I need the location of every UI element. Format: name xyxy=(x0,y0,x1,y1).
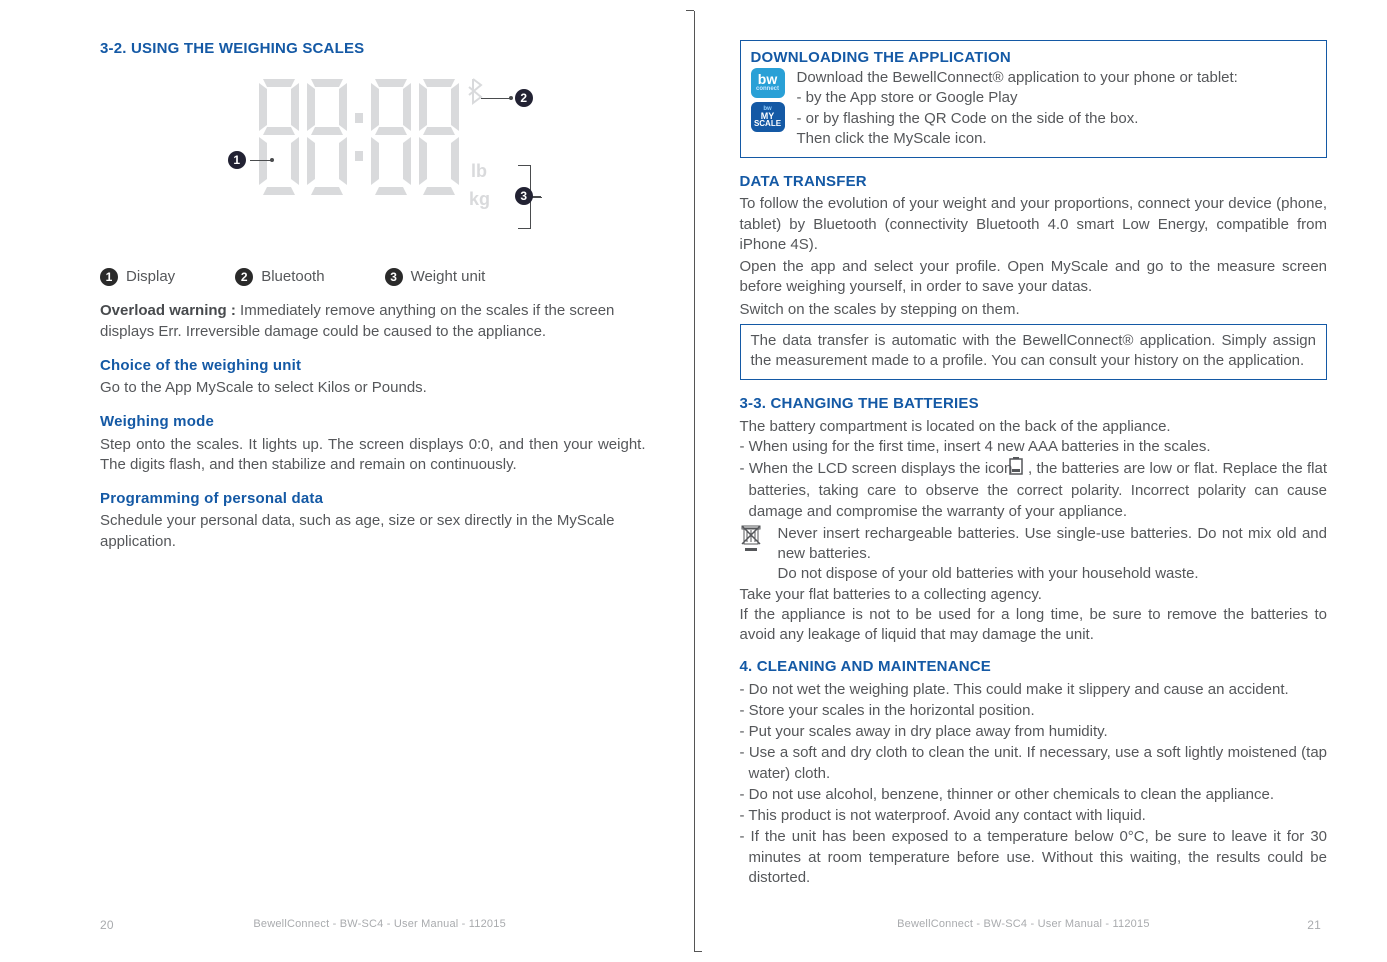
legend-1-label: Display xyxy=(126,267,175,287)
download-line-4: Then click the MyScale icon. xyxy=(797,129,1238,149)
overload-warning-label: Overload warning : xyxy=(100,302,240,319)
page-spine-divider xyxy=(694,0,695,962)
legend-3-label: Weight unit xyxy=(411,267,486,287)
callout-1-badge: 1 xyxy=(228,151,246,169)
cleaning-item-1: - Do not wet the weighing plate. This co… xyxy=(740,680,1328,700)
batteries-agency: Take your flat batteries to a collecting… xyxy=(740,585,1328,605)
batteries-bullet-2a: - When the LCD screen displays the icon xyxy=(740,460,1017,477)
weighing-mode-heading: Weighing mode xyxy=(100,412,646,432)
callout-3-badge: 3 xyxy=(515,187,533,205)
weighing-mode-text: Step onto the scales. It lights up. The … xyxy=(100,435,646,476)
data-transfer-note-box: The data transfer is automatic with the … xyxy=(740,324,1328,381)
myscale-app-icon: bw MY SCALE xyxy=(751,102,785,132)
manual-page-right: DOWNLOADING THE APPLICATION bw connect b… xyxy=(694,0,1387,962)
data-transfer-p3: Switch on the scales by stepping on them… xyxy=(740,300,1328,320)
programming-personal-data-text: Schedule your personal data, such as age… xyxy=(100,511,646,552)
changing-batteries-heading: 3-3. CHANGING THE BATTERIES xyxy=(740,394,1328,414)
cleaning-item-6: - This product is not waterproof. Avoid … xyxy=(740,806,1328,826)
legend-3-number: 3 xyxy=(385,268,403,286)
legend-2-label: Bluetooth xyxy=(261,267,324,287)
legend-item-display: 1 Display xyxy=(100,267,175,287)
cleaning-item-5: - Do not use alcohol, benzene, thinner o… xyxy=(740,785,1328,805)
choice-weighing-unit-heading: Choice of the weighing unit xyxy=(100,356,646,376)
footer-left: 20 BewellConnect - BW-SC4 - User Manual … xyxy=(100,918,646,932)
batteries-bullet-2: - When the LCD screen displays the icon … xyxy=(740,457,1328,522)
batteries-bullet-1: - When using for the first time, insert … xyxy=(740,437,1328,457)
batteries-long-time: If the appliance is not to be used for a… xyxy=(740,605,1328,646)
download-line-1: Download the BewellConnect® application … xyxy=(797,68,1238,88)
section-3-2-heading: 3-2. USING THE WEIGHING SCALES xyxy=(100,40,646,57)
crossed-bin-icon xyxy=(740,524,762,552)
choice-weighing-unit-text: Go to the App MyScale to select Kilos or… xyxy=(100,378,646,398)
cleaning-maintenance-heading: 4. CLEANING AND MAINTENANCE xyxy=(740,657,1328,677)
bewellconnect-app-icon: bw connect xyxy=(751,68,785,98)
cleaning-item-7: - If the unit has been exposed to a temp… xyxy=(740,827,1328,888)
manual-page-left: 3-2. USING THE WEIGHING SCALES xyxy=(0,0,694,962)
downloading-application-box: DOWNLOADING THE APPLICATION bw connect b… xyxy=(740,40,1328,158)
callout-2-badge: 2 xyxy=(515,89,533,107)
low-battery-icon xyxy=(1017,457,1024,481)
cleaning-item-2: - Store your scales in the horizontal po… xyxy=(740,701,1328,721)
lcd-svg: lb kg xyxy=(253,65,491,225)
bewellconnect-icon-label: bw xyxy=(756,73,779,85)
footer-right: BewellConnect - BW-SC4 - User Manual - 1… xyxy=(740,918,1322,932)
data-transfer-p1: To follow the evolution of your weight a… xyxy=(740,194,1328,255)
data-transfer-note-text: The data transfer is automatic with the … xyxy=(751,332,1317,369)
unit-kg-label: kg xyxy=(469,189,490,209)
batteries-warning-2: Do not dispose of your old batteries wit… xyxy=(778,564,1328,584)
lcd-display-figure: lb kg 1 2 3 xyxy=(223,65,523,241)
overload-warning: Overload warning : Immediately remove an… xyxy=(100,301,646,342)
page-number-left: 20 xyxy=(100,918,114,932)
data-transfer-heading: DATA TRANSFER xyxy=(740,172,1328,192)
batteries-warning-1: Never insert rechargeable batteries. Use… xyxy=(778,524,1328,565)
myscale-icon-bot: SCALE xyxy=(754,120,781,128)
cleaning-item-4: - Use a soft and dry cloth to clean the … xyxy=(740,743,1328,784)
bewellconnect-icon-sublabel: connect xyxy=(756,85,779,93)
page-number-right: 21 xyxy=(1307,918,1321,932)
legend-1-number: 1 xyxy=(100,268,118,286)
legend-item-bluetooth: 2 Bluetooth xyxy=(235,267,324,287)
cleaning-item-3: - Put your scales away in dry place away… xyxy=(740,722,1328,742)
download-line-2: - by the App store or Google Play xyxy=(797,88,1238,108)
batteries-intro: The battery compartment is located on th… xyxy=(740,417,1328,437)
downloading-application-heading: DOWNLOADING THE APPLICATION xyxy=(751,49,1317,66)
programming-personal-data-heading: Programming of personal data xyxy=(100,489,646,509)
legend-2-number: 2 xyxy=(235,268,253,286)
data-transfer-p2: Open the app and select your profile. Op… xyxy=(740,257,1328,298)
footer-text-left: BewellConnect - BW-SC4 - User Manual - 1… xyxy=(253,918,506,932)
download-line-3: - or by flashing the QR Code on the side… xyxy=(797,109,1238,129)
unit-lb-label: lb xyxy=(471,161,487,181)
lcd-graphic: lb kg xyxy=(253,65,491,225)
footer-text-right: BewellConnect - BW-SC4 - User Manual - 1… xyxy=(897,918,1150,932)
legend-item-weight-unit: 3 Weight unit xyxy=(385,267,486,287)
legend-row: 1 Display 2 Bluetooth 3 Weight unit xyxy=(100,267,646,287)
